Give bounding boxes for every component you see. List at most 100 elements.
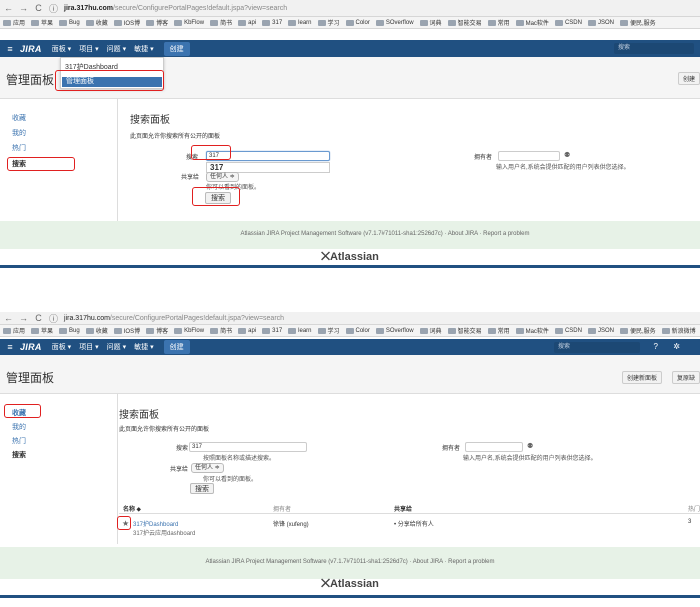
folder-icon [487, 19, 496, 26]
forward-icon[interactable]: → [19, 3, 28, 13]
bookmark-item[interactable]: Color [345, 327, 370, 334]
bookmark-item[interactable]: 收藏 [85, 326, 108, 335]
nav-issues[interactable]: 问题 ▾ [107, 44, 126, 54]
bookmark-item[interactable]: 便民,服务 [619, 326, 656, 335]
bookmark-item[interactable]: 应用 [3, 18, 25, 27]
bookmark-item[interactable]: 317 [262, 19, 282, 26]
bookmark-label: Bug [69, 19, 80, 26]
owner-input[interactable] [498, 151, 560, 161]
browser-url-bar: ← → C ⓘ jira.317hu.com/secure/ConfigureP… [0, 312, 700, 325]
dashboard-name-link[interactable]: 317护Dashboard [133, 519, 178, 528]
bookmark-item[interactable]: IOS博 [113, 18, 140, 27]
bookmark-item[interactable]: CSDN [554, 19, 582, 26]
create-button[interactable]: 创建 [163, 340, 190, 354]
address-field[interactable]: jira.317hu.com/secure/ConfigurePortalPag… [64, 315, 284, 322]
bookmark-item[interactable]: KbFlow [174, 327, 204, 334]
bookmark-item[interactable]: 词典 [419, 18, 442, 27]
sidebar-item-mine[interactable]: 我的 [12, 128, 26, 138]
bookmark-item[interactable]: learn [288, 19, 312, 26]
back-icon[interactable]: ← [4, 3, 13, 13]
bookmark-label: 苹果 [41, 329, 54, 335]
folder-icon [554, 19, 563, 26]
bookmark-item[interactable]: 简书 [210, 18, 232, 27]
bookmark-item[interactable]: 学习 [317, 326, 340, 335]
jira-logo[interactable]: JIRA [20, 44, 42, 54]
bookmark-item[interactable]: api [238, 327, 256, 334]
sidebar-item-mine[interactable]: 我的 [12, 422, 26, 432]
bookmark-item[interactable]: 317 [262, 327, 282, 334]
bookmark-item[interactable]: 苹果 [31, 326, 53, 335]
bookmark-label: 简书 [220, 21, 233, 27]
bookmark-item[interactable]: IOS博 [113, 326, 140, 335]
bookmark-item[interactable]: JSON [587, 19, 614, 26]
restore-button[interactable]: 复原缺 [671, 371, 700, 384]
bookmark-item[interactable]: 收藏 [85, 18, 108, 27]
bookmark-label: 常用 [497, 21, 510, 27]
bookmark-item[interactable]: Mac软件 [515, 18, 549, 27]
bookmark-item[interactable]: 博客 [146, 326, 168, 335]
bookmark-item[interactable]: SOverflow [375, 327, 414, 334]
user-picker-icon[interactable]: ⚉ [527, 442, 533, 450]
nav-issues[interactable]: 问题 ▾ [107, 342, 126, 352]
create-button[interactable]: 创建 [163, 41, 190, 56]
search-button[interactable]: 搜索 [190, 483, 214, 494]
nav-projects[interactable]: 项目 ▾ [79, 342, 98, 352]
bookmark-item[interactable]: 应用 [3, 326, 25, 335]
forward-icon[interactable]: → [19, 313, 28, 323]
bookmark-item[interactable]: api [238, 19, 256, 26]
menu-icon[interactable]: ≡ [0, 342, 20, 352]
nav-projects[interactable]: 项目 ▾ [79, 44, 98, 54]
jira-logo[interactable]: JIRA [20, 342, 42, 352]
bookmark-item[interactable]: 新浪微博 [661, 326, 696, 335]
bookmark-item[interactable]: 智能交易 [447, 18, 482, 27]
bookmark-item[interactable]: KbFlow [174, 19, 204, 26]
back-icon[interactable]: ← [4, 313, 13, 323]
bookmark-item[interactable]: 学习 [317, 18, 340, 27]
bookmark-item[interactable]: CSDN [554, 327, 582, 334]
menu-icon[interactable]: ≡ [0, 44, 20, 54]
help-icon[interactable]: ? [654, 342, 658, 351]
bookmark-label: 简书 [220, 329, 233, 335]
create-dashboard-button[interactable]: 创建 [677, 72, 700, 85]
bookmark-item[interactable]: SOverflow [375, 19, 414, 26]
reload-icon[interactable]: C [34, 3, 43, 13]
bookmark-label: 常用 [497, 329, 510, 335]
nav-agile[interactable]: 敏捷 ▾ [134, 342, 153, 352]
dashboard-share: • 分享给所有人 [394, 522, 434, 528]
bookmark-item[interactable]: 便民,服务 [619, 18, 656, 27]
search-input[interactable]: 317 [189, 442, 307, 452]
sidebar-item-search[interactable]: 搜索 [12, 450, 26, 460]
bookmark-item[interactable]: 博客 [146, 18, 168, 27]
bookmark-item[interactable]: Color [345, 19, 370, 26]
create-dashboard-button[interactable]: 创建新面板 [621, 371, 662, 384]
bookmark-item[interactable]: 常用 [487, 326, 510, 335]
sidebar-item-popular[interactable]: 热门 [12, 143, 26, 153]
nav-search-input[interactable]: 搜索 [554, 342, 640, 353]
bookmark-item[interactable]: Bug [59, 19, 80, 26]
bookmark-item[interactable]: Mac软件 [515, 326, 549, 335]
share-select[interactable]: 任何人 ≑ [206, 172, 239, 182]
nav-agile[interactable]: 敏捷 ▾ [134, 44, 153, 54]
owner-input[interactable] [465, 442, 523, 452]
nav-dashboards[interactable]: 面板 ▾ [52, 44, 71, 54]
user-picker-icon[interactable]: ⚉ [564, 151, 570, 159]
settings-icon[interactable]: ✲ [673, 342, 680, 351]
folder-icon [288, 327, 297, 334]
address-field[interactable]: jira.317hu.com/secure/ConfigurePortalPag… [64, 5, 287, 12]
bookmark-item[interactable]: 常用 [487, 18, 510, 27]
bookmark-item[interactable]: 智能交易 [447, 326, 482, 335]
bookmark-item[interactable]: 简书 [210, 326, 232, 335]
share-select[interactable]: 任何人 ≑ [191, 463, 224, 473]
sidebar-item-popular[interactable]: 热门 [12, 436, 26, 446]
bookmark-item[interactable]: 词典 [419, 326, 442, 335]
col-owner: 拥有者 [273, 507, 292, 513]
reload-icon[interactable]: C [34, 313, 43, 323]
folder-icon [375, 19, 384, 26]
bookmark-item[interactable]: Bug [59, 327, 80, 334]
sidebar-item-favorites[interactable]: 收藏 [12, 113, 26, 123]
nav-dashboards[interactable]: 面板 ▾ [52, 342, 71, 352]
nav-search-input[interactable]: 搜索 [614, 43, 694, 54]
bookmark-item[interactable]: JSON [587, 327, 614, 334]
bookmark-item[interactable]: learn [288, 327, 312, 334]
bookmark-item[interactable]: 苹果 [31, 18, 53, 27]
